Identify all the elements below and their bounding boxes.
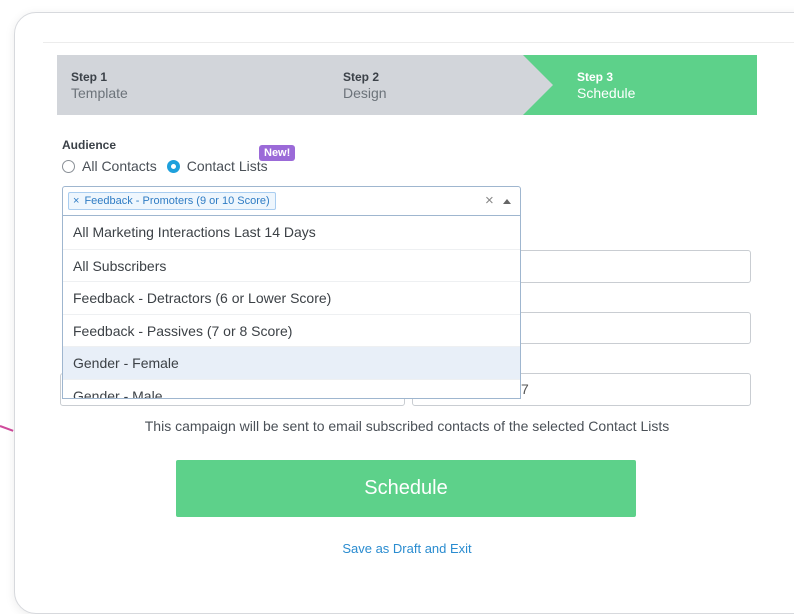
selected-tag: × Feedback - Promoters (9 or 10 Score) bbox=[68, 192, 276, 210]
dropdown-option[interactable]: Feedback - Passives (7 or 8 Score) bbox=[63, 313, 520, 347]
save-draft-link[interactable]: Save as Draft and Exit bbox=[0, 541, 794, 556]
tag-remove-icon[interactable]: × bbox=[73, 195, 79, 207]
step-name: Template bbox=[71, 85, 128, 101]
radio-contact-lists[interactable] bbox=[166, 159, 180, 173]
dropdown-option[interactable]: All Marketing Interactions Last 14 Days bbox=[63, 216, 520, 249]
dropdown-option[interactable]: Feedback - Detractors (6 or Lower Score) bbox=[63, 281, 520, 314]
schedule-button[interactable]: Schedule bbox=[176, 460, 636, 517]
step-number: Step 1 bbox=[71, 70, 108, 84]
radio-contact-lists-label[interactable]: Contact Lists bbox=[187, 158, 268, 174]
step-schedule[interactable]: Step 3 Schedule bbox=[523, 55, 757, 115]
contact-list-select[interactable]: × Feedback - Promoters (9 or 10 Score) × bbox=[62, 186, 521, 216]
new-badge: New! bbox=[259, 145, 296, 161]
tag-label: Feedback - Promoters (9 or 10 Score) bbox=[84, 195, 270, 207]
top-divider bbox=[43, 42, 794, 43]
stepper: Step 1 Template Step 2 Design Step 3 Sch… bbox=[57, 55, 757, 115]
chevron-up-icon[interactable] bbox=[503, 199, 511, 204]
info-text: This campaign will be sent to email subs… bbox=[144, 418, 670, 434]
dropdown-options: All Marketing Interactions Last 14 Days … bbox=[62, 216, 521, 399]
audience-radio-group: All Contacts Contact Lists bbox=[62, 157, 278, 175]
step-template[interactable]: Step 1 Template bbox=[57, 55, 317, 115]
radio-all-contacts-label[interactable]: All Contacts bbox=[82, 158, 157, 174]
audience-label: Audience bbox=[62, 138, 117, 152]
radio-all-contacts[interactable] bbox=[62, 159, 75, 173]
step-name: Schedule bbox=[577, 85, 636, 101]
dropdown-option[interactable]: Gender - Male bbox=[63, 378, 520, 398]
step-number: Step 3 bbox=[577, 70, 614, 84]
clear-icon[interactable]: × bbox=[485, 192, 494, 210]
dropdown-option[interactable]: Gender - Female bbox=[63, 346, 520, 379]
dropdown-option[interactable]: All Subscribers bbox=[63, 248, 520, 282]
